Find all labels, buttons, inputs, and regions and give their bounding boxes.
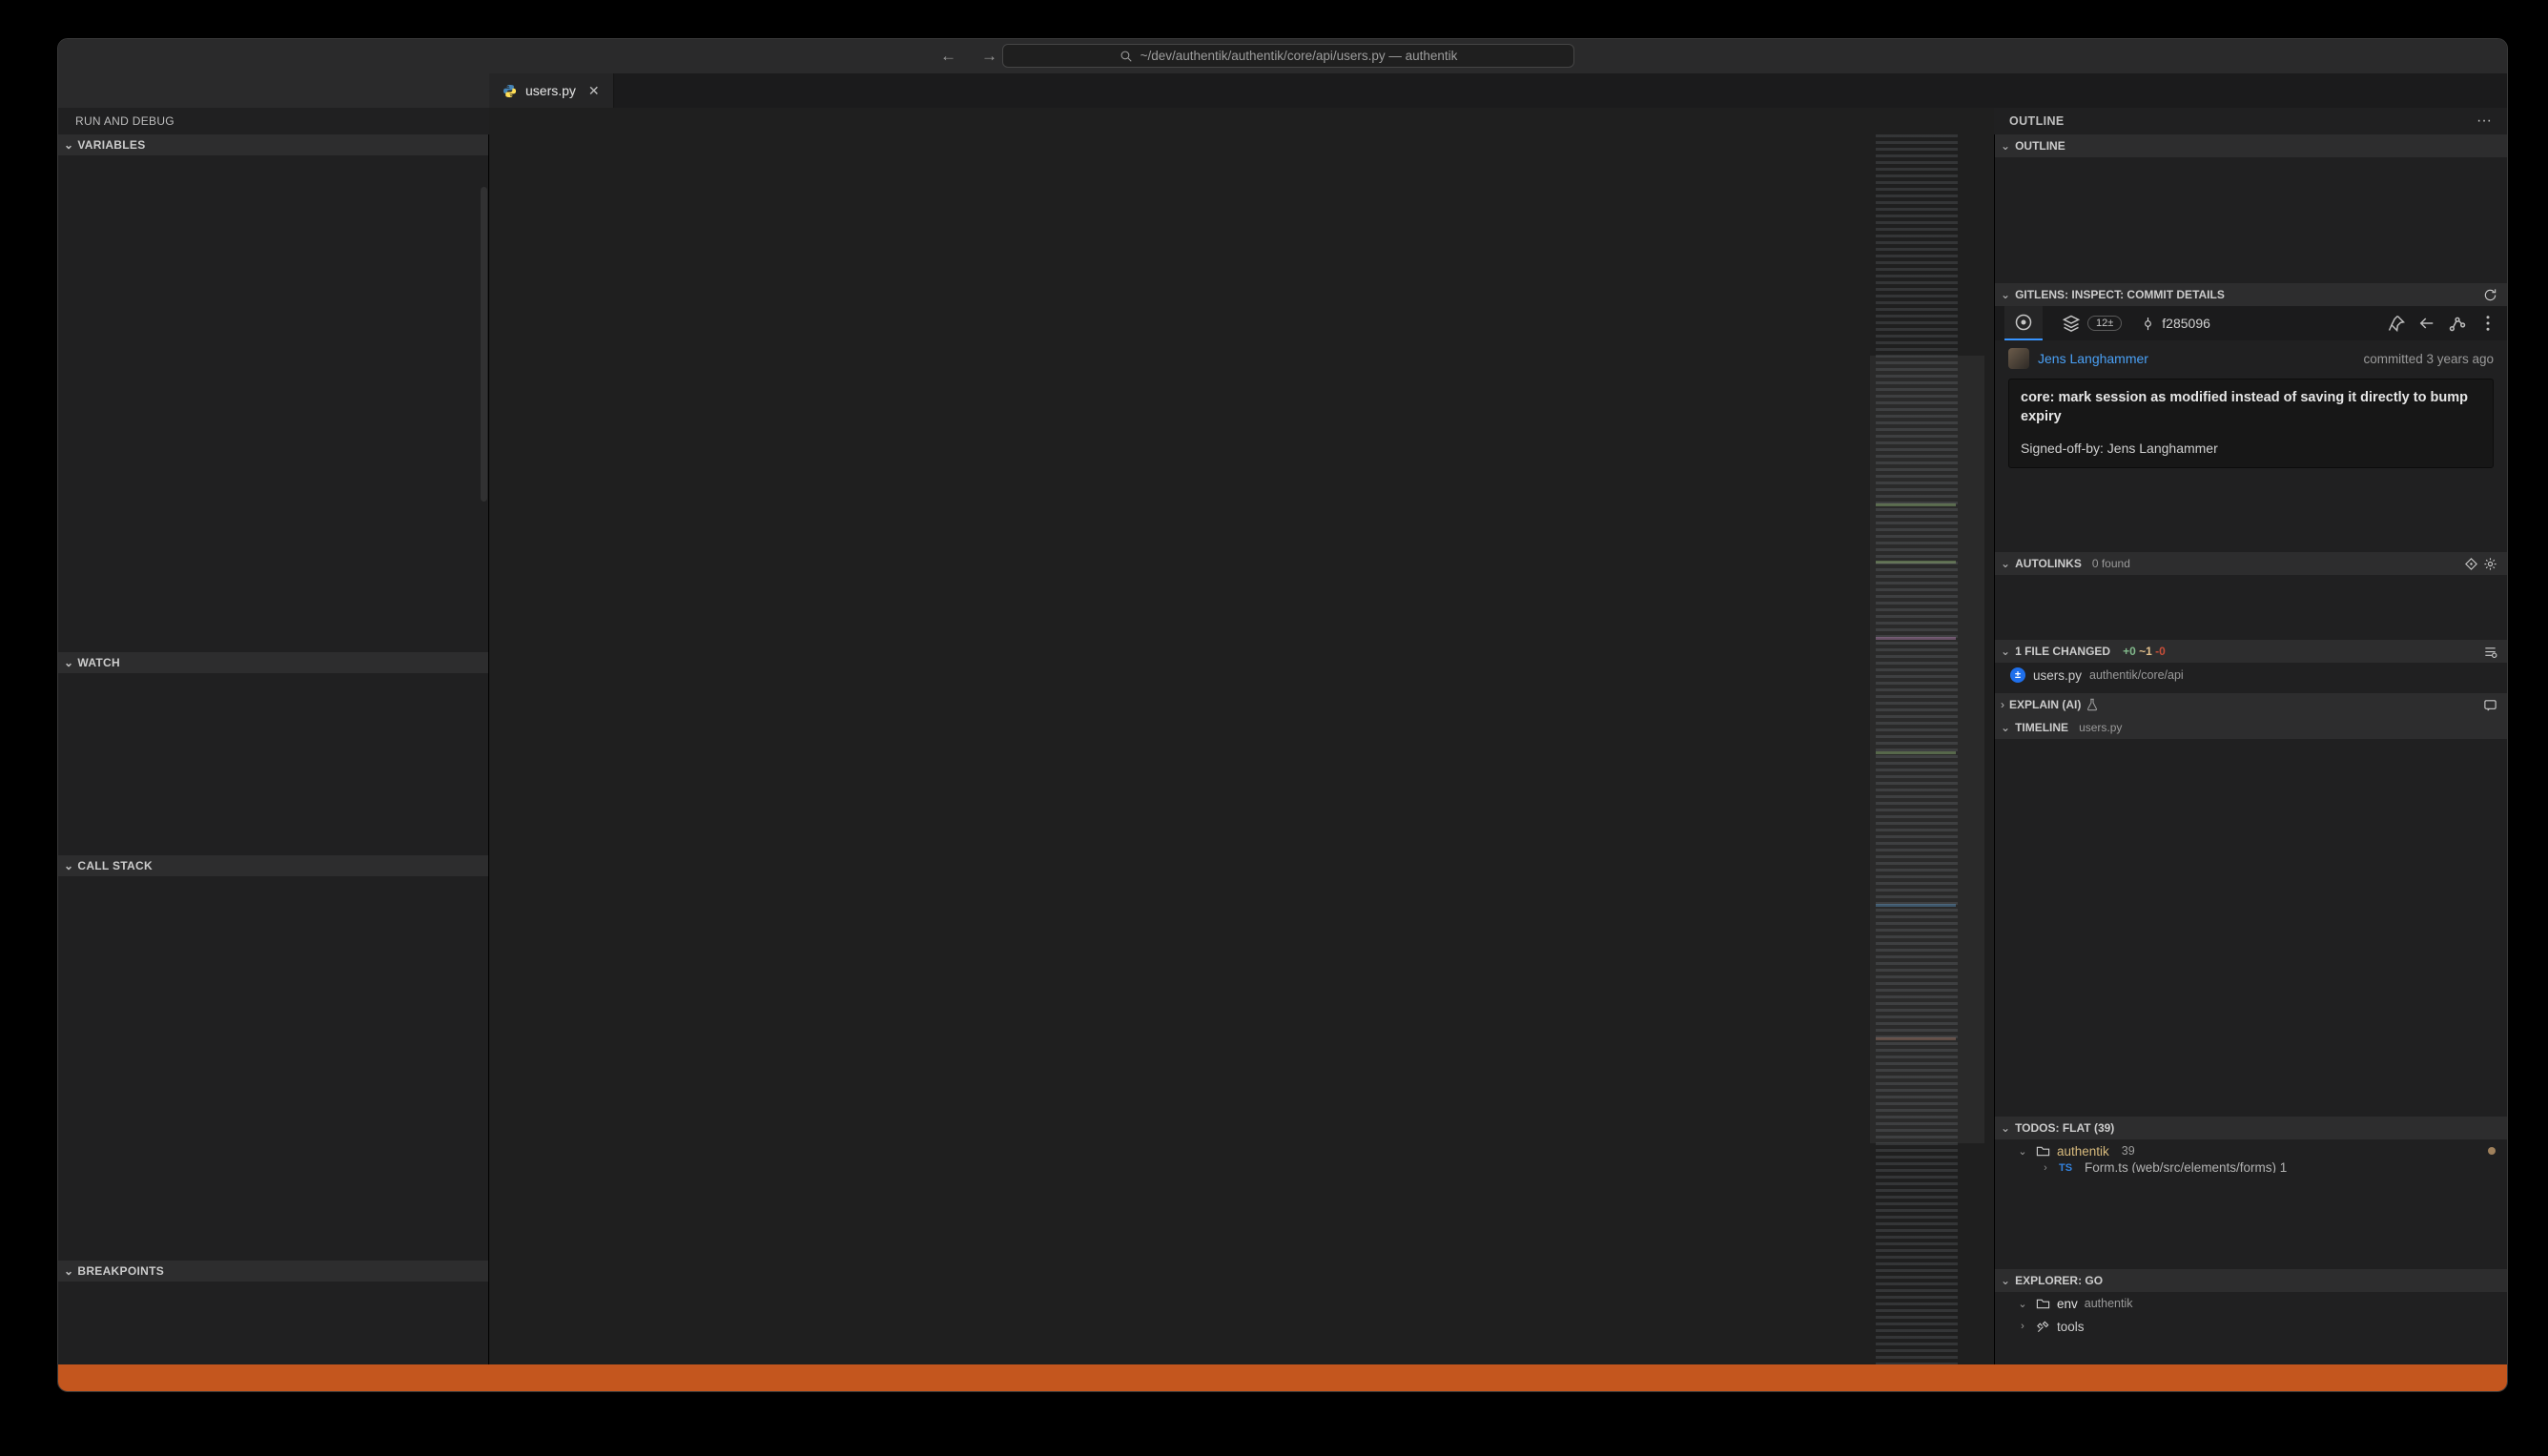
files-changed-section-header[interactable]: ⌄1 FILE CHANGED +0 ~1 -0 [1995, 640, 2507, 663]
explorer-go-section-header[interactable]: ⌄EXPLORER: GO [1995, 1269, 2507, 1292]
tab-strip: users.py ✕ [489, 73, 1994, 108]
tab-users-py[interactable]: users.py ✕ [489, 73, 614, 108]
secondary-sidebar: ⌄OUTLINE ⌄GITLENS: INSPECT: COMMIT DETAI… [1994, 134, 2507, 1364]
go-env-row[interactable]: ⌄ env authentik [1995, 1292, 2507, 1315]
commit-message: core: mark session as modified instead o… [2008, 379, 2494, 468]
gitlens-tabs: 12± f285096 [1995, 306, 2507, 340]
pin-icon[interactable] [2387, 314, 2406, 333]
minimap[interactable] [1870, 134, 1984, 1364]
traffic-lights [75, 49, 149, 65]
title-bar: ← → ~/dev/authentik/authentik/core/api/u… [58, 39, 2507, 73]
close-tab-icon[interactable]: ✕ [588, 83, 600, 99]
gitlens-icon [2014, 313, 2033, 332]
autolink-icon[interactable] [2464, 557, 2478, 571]
sidebar-scrollbar[interactable] [481, 187, 487, 502]
graph-icon[interactable] [2448, 314, 2467, 333]
commit-icon [2141, 317, 2155, 331]
more-icon[interactable] [2478, 314, 2497, 333]
variables-section-header[interactable]: ⌄VARIABLES [58, 134, 488, 155]
folder-icon [2036, 1297, 2050, 1311]
beaker-icon [2086, 698, 2099, 711]
commit-time: committed 3 years ago [2363, 352, 2494, 366]
view-mode-icon[interactable] [2483, 645, 2497, 659]
autolinks-section-header[interactable]: ⌄AUTOLINKS 0 found [1995, 552, 2507, 575]
back-icon[interactable] [2417, 314, 2436, 333]
autolinks-info [1995, 575, 2507, 590]
explain-ai-section-header[interactable]: ›EXPLAIN (AI) [1995, 693, 2507, 716]
breakpoints-section-header[interactable]: ⌄BREAKPOINTS [58, 1261, 488, 1282]
gitlens-commits-tab[interactable]: 12± [2052, 306, 2131, 340]
history-back-icon[interactable]: ← [940, 47, 956, 66]
layers-icon [2062, 314, 2081, 333]
watch-section-header[interactable]: ⌄WATCH [58, 652, 488, 673]
search-icon [1120, 50, 1133, 63]
gear-icon[interactable] [2483, 557, 2497, 571]
code-editor[interactable] [489, 134, 1996, 1364]
unsaved-dot [2488, 1147, 2496, 1155]
go-tools-row[interactable]: › tools [1995, 1315, 2507, 1338]
folder-icon [2036, 1144, 2050, 1159]
todos-section-header[interactable]: ⌄TODOS: FLAT (39) [1995, 1117, 2507, 1139]
more-actions-icon[interactable]: ··· [2476, 113, 2492, 130]
commit-author-link[interactable]: Jens Langhammer [2038, 351, 2148, 366]
timeline-section-header[interactable]: ⌄TIMELINE users.py [1995, 716, 2507, 739]
tools-icon [2036, 1320, 2050, 1334]
feedback-icon[interactable] [2483, 698, 2497, 712]
todo-item-clipped[interactable]: ›TS Form.ts (web/src/elements/forms) 1 [1995, 1162, 2507, 1173]
gitlens-overview-tab[interactable] [2004, 306, 2043, 340]
modified-file-icon: ± [2010, 667, 2025, 683]
command-center-path: ~/dev/authentik/authentik/core/api/users… [1140, 49, 1458, 63]
command-center[interactable]: ~/dev/authentik/authentik/core/api/users… [1002, 44, 1574, 68]
refresh-icon[interactable] [2483, 288, 2497, 302]
right-panel-title: OUTLINE [2009, 114, 2065, 128]
minimize-window-button[interactable] [104, 49, 120, 65]
avatar [2008, 348, 2029, 369]
todo-root-row[interactable]: ⌄ authentik 39 [1995, 1139, 2507, 1162]
tab-label: users.py [525, 83, 576, 98]
changed-file-row[interactable]: ± users.py authentik/core/api [1995, 663, 2507, 687]
debug-sidebar: ⌄VARIABLES ⌄WATCH ⌄CALL STACK ⌄BREAKPOIN… [58, 134, 489, 1364]
close-window-button[interactable] [75, 49, 92, 65]
run-and-debug-title: RUN AND DEBUG [75, 114, 175, 128]
gitlens-section-header[interactable]: ⌄GITLENS: INSPECT: COMMIT DETAILS [1995, 283, 2507, 306]
activity-bar [58, 73, 489, 108]
vscode-window: ← → ~/dev/authentik/authentik/core/api/u… [57, 38, 2508, 1392]
callstack-section-header[interactable]: ⌄CALL STACK [58, 855, 488, 876]
breadcrumb [489, 108, 1994, 134]
history-forward-icon[interactable]: → [981, 47, 997, 66]
status-bar [58, 1364, 2507, 1391]
python-icon [503, 84, 517, 98]
outline-section-header[interactable]: ⌄OUTLINE [1995, 134, 2507, 157]
commit-sha[interactable]: f285096 [2141, 316, 2210, 331]
zoom-window-button[interactable] [133, 49, 149, 65]
